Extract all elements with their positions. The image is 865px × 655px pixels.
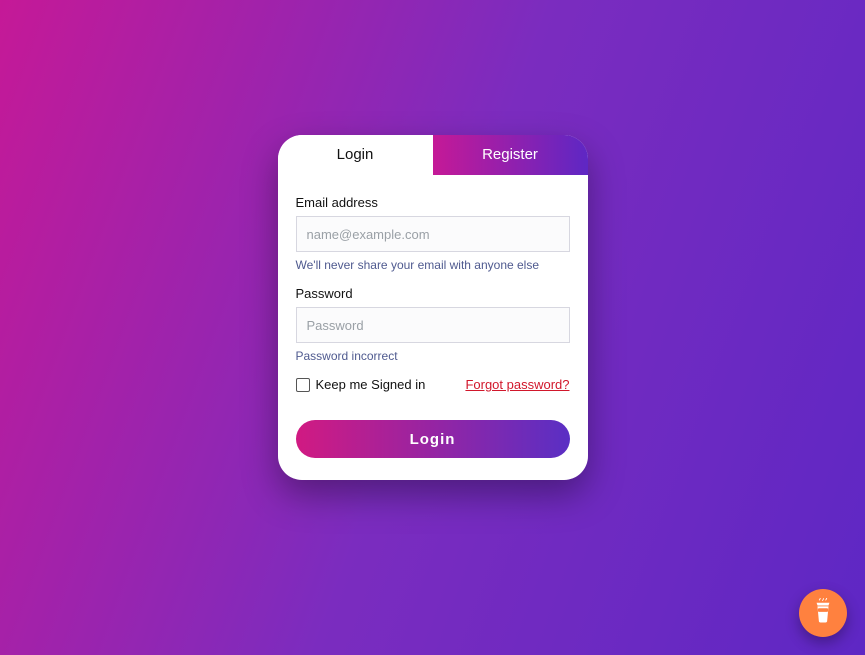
login-button[interactable]: Login bbox=[296, 420, 570, 458]
password-helper: Password incorrect bbox=[296, 349, 570, 363]
forgot-password-link[interactable]: Forgot password? bbox=[465, 377, 569, 392]
buy-me-a-coffee-button[interactable] bbox=[799, 589, 847, 637]
coffee-cup-icon bbox=[812, 598, 834, 629]
email-helper: We'll never share your email with anyone… bbox=[296, 258, 570, 272]
password-group: Password Password incorrect bbox=[296, 286, 570, 363]
tabs: Login Register bbox=[278, 135, 588, 175]
password-label: Password bbox=[296, 286, 570, 301]
email-field[interactable] bbox=[296, 216, 570, 252]
tab-login[interactable]: Login bbox=[278, 135, 433, 175]
login-form: Email address We'll never share your ema… bbox=[278, 175, 588, 480]
email-group: Email address We'll never share your ema… bbox=[296, 195, 570, 272]
keep-signed-checkbox[interactable] bbox=[296, 378, 310, 392]
keep-signed-label: Keep me Signed in bbox=[316, 377, 426, 392]
keep-signed-wrap[interactable]: Keep me Signed in bbox=[296, 377, 426, 392]
email-label: Email address bbox=[296, 195, 570, 210]
options-row: Keep me Signed in Forgot password? bbox=[296, 377, 570, 392]
tab-register[interactable]: Register bbox=[433, 135, 588, 175]
password-field[interactable] bbox=[296, 307, 570, 343]
login-card: Login Register Email address We'll never… bbox=[278, 135, 588, 480]
